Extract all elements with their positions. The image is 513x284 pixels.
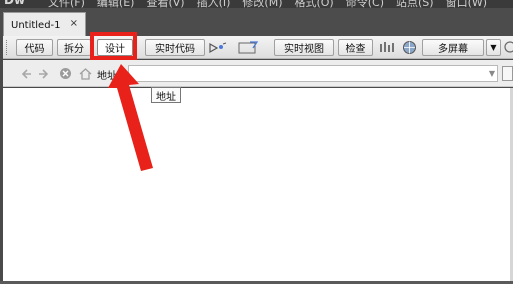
annotation-arrow (108, 64, 153, 171)
